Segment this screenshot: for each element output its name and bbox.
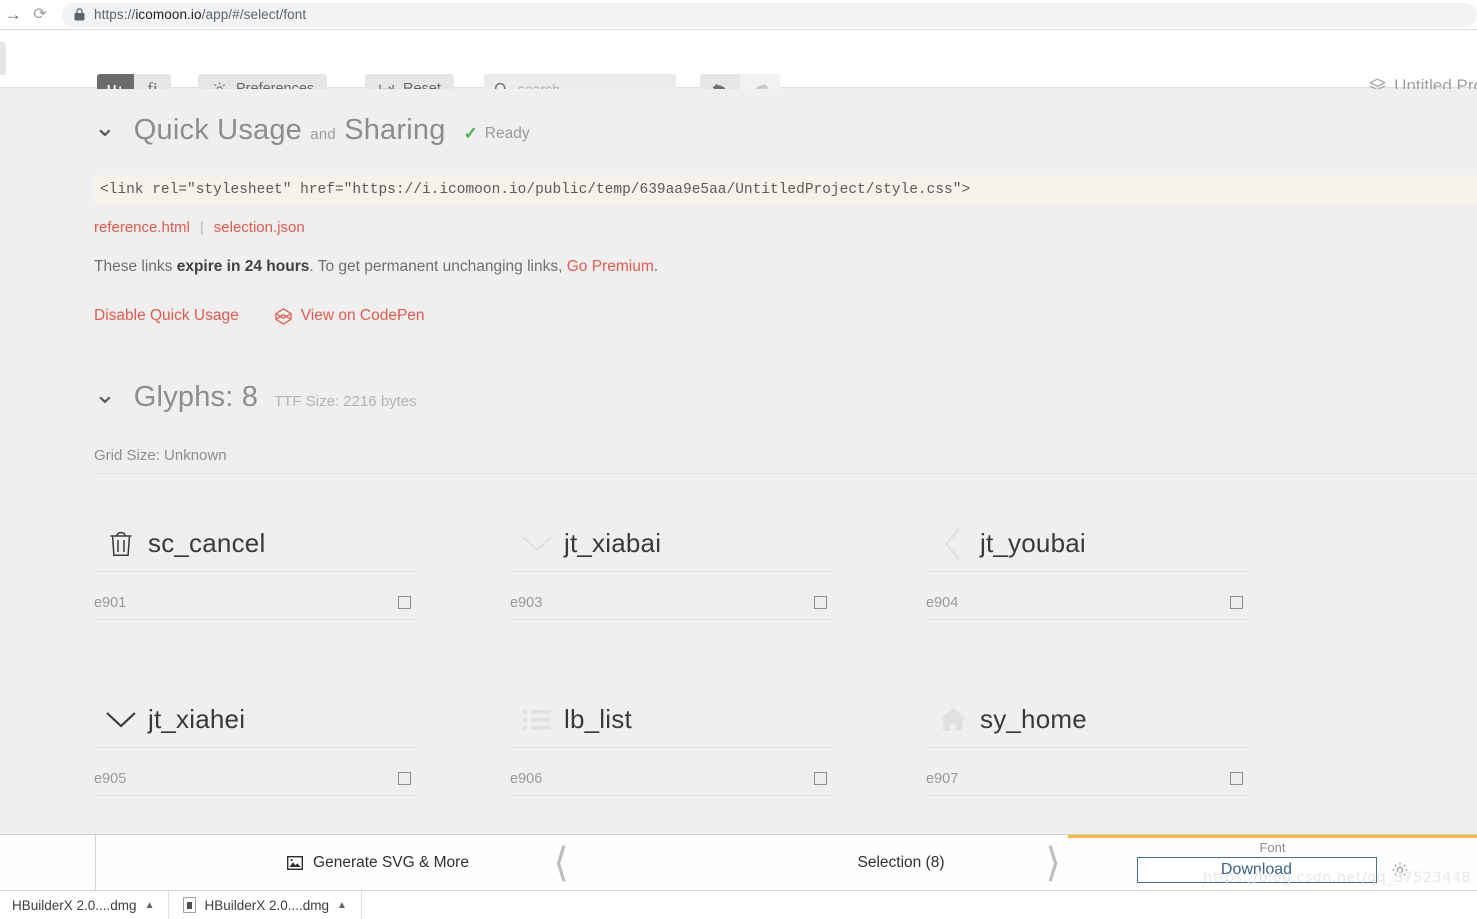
view-on-codepen-button[interactable]: View on CodePen [275,307,425,325]
expiry-suffix: . [653,258,659,275]
url-text: https://icomoon.io/app/#/select/font [94,7,307,22]
grid-size-label: Grid Size: Unknown [94,447,1477,474]
glyph-name[interactable]: sy_home [980,704,1087,735]
generate-svg-button[interactable]: Generate SVG & More [95,835,660,890]
forward-arrow-icon[interactable]: → [0,6,26,23]
chevron-up-icon[interactable]: ▲ [337,900,347,911]
glyph-bottom-row: e904 [926,586,1251,620]
chevron-up-icon[interactable]: ▲ [145,900,155,911]
glyph-top-row: jt_xiahei [94,692,419,748]
image-icon [287,855,304,870]
glyph-grid: sc_cancel e901 jt_xiabai e903 jt_youbai e904 j… [94,488,1477,834]
download-shelf-item-label: HBuilderX 2.0....dmg [204,897,330,913]
glyph-code[interactable]: e907 [926,771,958,787]
expiry-bold: expire in 24 hours [176,258,310,275]
glyph-top-row: sc_cancel [94,516,419,572]
glyph-item[interactable]: jt_youbai e904 [926,488,1342,664]
check-icon: ✓ [463,124,478,143]
glyphs-title: Glyphs: 8 [133,381,259,413]
trash-icon[interactable] [94,529,148,559]
list-icon[interactable] [510,708,564,732]
reload-icon[interactable]: ⟳ [26,6,54,23]
status-label: Ready [484,125,530,142]
status-badge: ✓ Ready [464,124,530,144]
glyph-top-row: jt_xiabai [510,516,835,572]
quick-usage-title-conj: and [310,126,336,143]
home-icon[interactable] [926,707,980,733]
chevron-down-icon[interactable]: ⌄ [94,381,116,407]
ttf-size-label: TTF Size: 2216 bytes [274,393,417,410]
quick-usage-actions: Disable Quick Usage View on CodePen [94,307,1477,325]
glyph-top-row: lb_list [510,692,835,748]
download-shelf-item[interactable]: HBuilderX 2.0....dmg ▲ [0,890,170,919]
glyph-code[interactable]: e905 [94,771,126,787]
glyphs-header[interactable]: ⌄ Glyphs: 8 TTF Size: 2216 bytes [94,381,1477,414]
download-shelf-item[interactable]: HBuilderX 2.0....dmg ▲ [169,890,362,919]
glyph-item[interactable]: lb_list e906 [510,664,926,834]
glyph-name[interactable]: sc_cancel [148,528,265,559]
generated-links-row: reference.html | selection.json [94,219,1477,236]
main-content: ⌄ Quick Usage and Sharing ✓ Ready <link … [0,89,1477,834]
chevron-down-icon[interactable] [94,708,148,732]
chevron-down-icon[interactable] [510,532,564,556]
stylesheet-code-snippet[interactable]: <link rel="stylesheet" href="https://i.i… [94,175,1477,205]
expiry-prefix: These links [94,258,177,275]
glyph-bottom-row: e901 [94,586,419,620]
glyph-code[interactable]: e906 [510,771,542,787]
glyph-name[interactable]: jt_youbai [980,528,1086,559]
generate-svg-label: Generate SVG & More [313,853,469,871]
glyph-select-checkbox[interactable] [1230,772,1243,785]
glyph-name[interactable]: jt_xiahei [148,704,245,735]
expiry-mid: . To get permanent unchanging links, [309,258,567,275]
glyph-item[interactable]: sc_cancel e901 [94,488,510,664]
link-divider: | [199,219,204,236]
glyph-bottom-row: e907 [926,762,1251,796]
app-toolbar: U+ fi Preferences [0,30,1477,104]
expiry-notice: These links expire in 24 hours. To get p… [94,258,1477,276]
glyph-code[interactable]: e901 [94,595,126,611]
glyph-select-checkbox[interactable] [398,772,411,785]
go-premium-link[interactable]: Go Premium [567,258,654,275]
glyph-bottom-row: e903 [510,586,835,620]
disable-quick-usage-button[interactable]: Disable Quick Usage [94,307,239,325]
footer-arrow-divider-2: ⟩ [1045,841,1061,885]
selection-json-link[interactable]: selection.json [214,219,305,236]
download-shelf: HBuilderX 2.0....dmg ▲ HBuilderX 2.0....dm… [0,890,1477,919]
glyph-bottom-row: e905 [94,762,419,796]
lock-icon [74,8,85,21]
glyph-name[interactable]: jt_xiabai [564,528,661,559]
codepen-icon [275,307,292,325]
glyph-code[interactable]: e903 [510,595,542,611]
quick-usage-title: Quick Usage and Sharing [134,114,446,147]
download-shelf-item-label: HBuilderX 2.0....dmg [12,897,137,913]
glyph-code[interactable]: e904 [926,595,958,611]
reference-html-link[interactable]: reference.html [94,219,190,236]
footer-arrow-divider-1: ⟨ [553,841,569,885]
app-root: → ⟳ https://icomoon.io/app/#/select/font… [0,0,1477,919]
glyph-item[interactable]: jt_xiahei e905 [94,664,510,834]
glyph-bottom-row: e906 [510,762,835,796]
font-label: Font [1259,840,1286,855]
glyph-select-checkbox[interactable] [398,596,411,609]
file-icon [183,897,197,913]
chevron-left-icon[interactable] [926,527,980,561]
url-field[interactable]: https://icomoon.io/app/#/select/font [62,2,1477,27]
glyph-select-checkbox[interactable] [1230,596,1243,609]
view-on-codepen-label: View on CodePen [300,307,425,324]
quick-usage-header[interactable]: ⌄ Quick Usage and Sharing ✓ Ready [94,114,1477,147]
selection-label: Selection (8) [857,853,945,871]
glyph-select-checkbox[interactable] [814,596,827,609]
csdn-watermark: https://blog.csdn.net/qq_37523448 [1203,870,1471,886]
glyph-item[interactable]: sy_home e907 [926,664,1342,834]
glyph-select-checkbox[interactable] [814,772,827,785]
browser-url-bar: → ⟳ https://icomoon.io/app/#/select/font [0,0,1477,29]
glyph-top-row: jt_youbai [926,516,1251,572]
quick-usage-title-sub: Sharing [344,114,446,146]
quick-usage-title-main: Quick Usage [133,114,303,146]
glyph-top-row: sy_home [926,692,1251,748]
glyph-name[interactable]: lb_list [564,704,632,735]
toolbar-offscreen-button[interactable] [0,42,6,75]
chevron-down-icon[interactable]: ⌄ [94,114,116,140]
glyph-item[interactable]: jt_xiabai e903 [510,488,926,664]
